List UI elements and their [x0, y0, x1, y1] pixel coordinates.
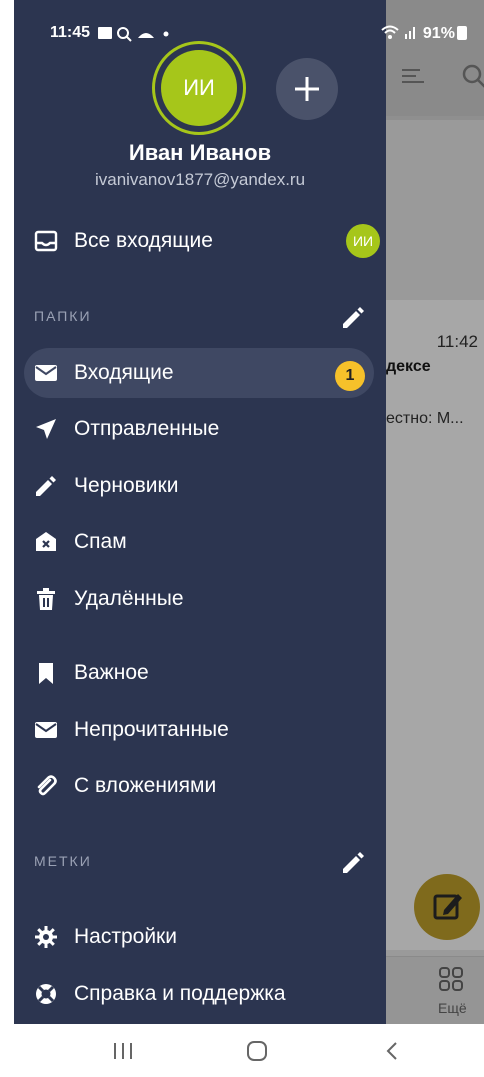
user-email: ivanivanov1877@yandex.ru: [94, 170, 306, 189]
folder-drafts[interactable]: Черновики: [24, 461, 374, 511]
all-inbox-item[interactable]: Все входящие ИИ: [24, 216, 380, 266]
recent-apps-icon[interactable]: [110, 1040, 136, 1062]
back-icon[interactable]: [380, 1040, 406, 1062]
message-time: 11:42: [436, 332, 478, 351]
add-account-button[interactable]: [276, 58, 338, 120]
inbox-tray-icon: [34, 230, 58, 252]
folder-spam-label: Спам: [74, 530, 127, 553]
system-navigation-bar: [14, 1024, 484, 1077]
folder-spam[interactable]: Спам: [24, 517, 374, 567]
avatar[interactable]: ИИ: [161, 50, 237, 126]
more-apps-icon: [439, 967, 463, 991]
settings-item[interactable]: Настройки: [24, 912, 374, 962]
navigation-drawer: 11:45 91% ИИ Иван Иванов ivanivanov1877@…: [14, 0, 467, 1024]
wifi-icon: [381, 25, 399, 39]
menu-icon: [402, 69, 424, 83]
edit-folders-icon[interactable]: [340, 304, 366, 330]
paperclip-icon: [37, 775, 57, 796]
status-time: 11:45: [50, 24, 91, 41]
settings-label: Настройки: [74, 925, 177, 948]
home-icon[interactable]: [244, 1040, 270, 1062]
labels-section-title: МЕТКИ: [34, 853, 92, 869]
send-icon: [36, 419, 56, 439]
filter-unread[interactable]: Непрочитанные: [24, 705, 374, 755]
plus-icon: [295, 77, 319, 101]
filter-attachments-label: С вложениями: [74, 774, 217, 797]
filter-important-label: Важное: [74, 661, 149, 684]
filter-unread-label: Непрочитанные: [74, 718, 229, 741]
all-inbox-label: Все входящие: [74, 229, 213, 252]
status-indicators: 91%: [380, 24, 467, 43]
lifebuoy-icon: [36, 984, 56, 1004]
message-preview: естно: М...: [386, 410, 464, 427]
bookmark-icon: [39, 663, 53, 684]
battery-level: 91%: [422, 25, 455, 42]
help-support-label: Справка и поддержка: [74, 982, 286, 1005]
spam-icon: [36, 532, 56, 551]
filter-attachments[interactable]: С вложениями: [24, 761, 374, 811]
folder-inbox-label: Входящие: [74, 361, 174, 384]
edit-labels-icon[interactable]: [340, 849, 366, 875]
unread-count-badge: 1: [335, 361, 365, 391]
background-bottom-bar: [386, 956, 484, 1024]
folder-trash[interactable]: Удалённые: [24, 574, 374, 624]
compose-icon: [433, 894, 462, 920]
folder-trash-label: Удалённые: [74, 587, 184, 610]
folder-inbox[interactable]: Входящие 1: [24, 348, 374, 398]
envelope-icon: [35, 365, 57, 381]
status-bar: 11:45 91%: [14, 0, 484, 60]
envelope-icon: [35, 722, 57, 738]
folder-sent-label: Отправленные: [74, 417, 220, 440]
gear-icon: [35, 926, 57, 948]
user-name: Иван Иванов: [128, 140, 272, 165]
folder-drafts-label: Черновики: [74, 474, 179, 497]
search-icon: [462, 64, 484, 88]
signal-icon: [405, 27, 416, 39]
trash-icon: [37, 588, 55, 610]
more-label: Ещё: [438, 1000, 467, 1016]
compose-button: [414, 874, 480, 940]
message-subject: дексе: [386, 358, 431, 375]
filter-important[interactable]: Важное: [24, 648, 374, 698]
help-support-item[interactable]: Справка и поддержка: [24, 969, 374, 1019]
status-notification-icons: [98, 27, 169, 42]
pencil-icon: [36, 476, 56, 496]
folders-section-title: ПАПКИ: [34, 308, 92, 324]
battery-icon: [456, 26, 467, 40]
folder-sent[interactable]: Отправленные: [24, 404, 374, 454]
all-inbox-avatar: ИИ: [346, 224, 380, 258]
